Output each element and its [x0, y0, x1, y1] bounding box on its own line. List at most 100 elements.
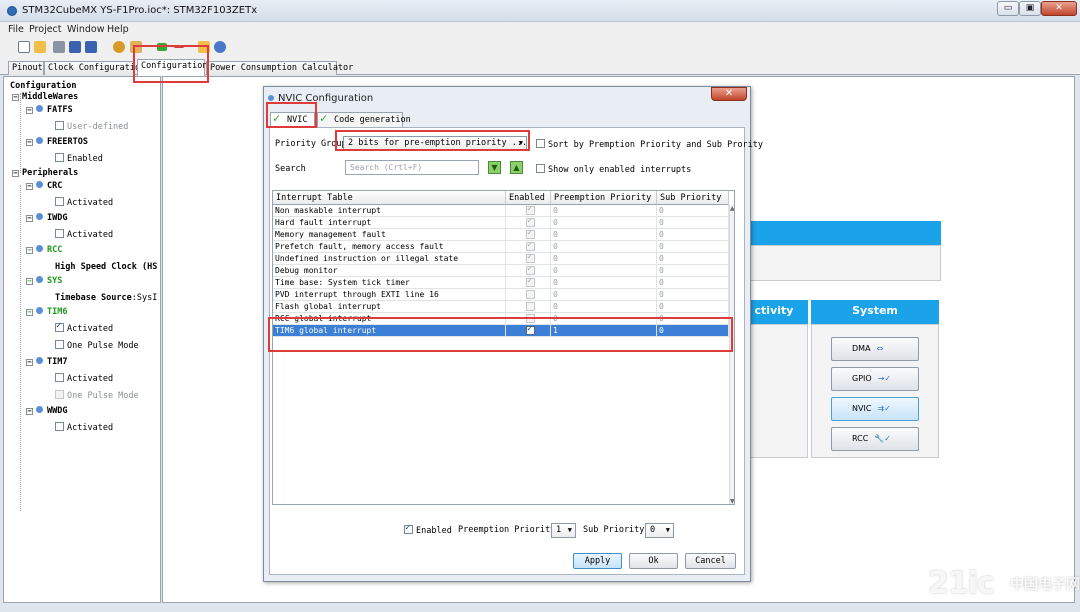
table-row[interactable]: Prefetch fault, memory access fault 00: [273, 241, 729, 253]
menu-file[interactable]: File: [8, 24, 24, 35]
preemption-priority-cell[interactable]: 0: [551, 313, 657, 325]
menu-window[interactable]: Window: [67, 24, 104, 35]
open-folder-icon[interactable]: [34, 41, 46, 53]
menu-project[interactable]: Project: [29, 24, 62, 35]
tim6-activated-option[interactable]: Activated: [55, 321, 113, 335]
collapse-icon[interactable]: −: [26, 408, 33, 415]
crc-activated-option[interactable]: Activated: [55, 197, 113, 209]
search-input[interactable]: Search (Crtl+F): [345, 160, 479, 175]
dma-button[interactable]: DMA ⇔: [831, 337, 919, 361]
save-icon[interactable]: [69, 41, 81, 53]
collapse-icon[interactable]: −: [26, 278, 33, 285]
preemption-priority-cell[interactable]: 0: [551, 241, 657, 253]
tree-tim6[interactable]: − TIM6: [26, 307, 67, 318]
footer-enabled-option[interactable]: Enabled: [404, 523, 452, 536]
minimize-button[interactable]: ▭: [997, 1, 1019, 16]
collapse-icon[interactable]: −: [26, 309, 33, 316]
tab-clock-configuration[interactable]: Clock Configuration: [44, 61, 145, 75]
preemption-priority-cell[interactable]: 1: [551, 325, 657, 337]
tree-rcc[interactable]: − RCC: [26, 245, 62, 256]
col-interrupt-table[interactable]: Interrupt Table: [273, 191, 506, 205]
collapse-icon[interactable]: −: [26, 247, 33, 254]
collapse-icon[interactable]: −: [26, 183, 33, 190]
load-icon[interactable]: [53, 41, 65, 53]
table-row[interactable]: Memory management fault 00: [273, 229, 729, 241]
enabled-checkbox[interactable]: [526, 314, 535, 323]
preemption-priority-cell[interactable]: 0: [551, 205, 657, 217]
tree-sys[interactable]: − SYS: [26, 276, 62, 287]
enabled-checkbox[interactable]: [526, 290, 535, 299]
sub-priority-cell[interactable]: 0: [657, 289, 729, 301]
preemption-priority-cell[interactable]: 0: [551, 229, 657, 241]
rcc-hsc-option[interactable]: High Speed Clock (HS: [55, 262, 157, 273]
preemption-priority-cell[interactable]: 0: [551, 217, 657, 229]
scroll-up-icon[interactable]: ▲: [730, 205, 734, 212]
preemption-priority-cell[interactable]: 0: [551, 277, 657, 289]
fatfs-user-defined-option[interactable]: User-defined: [55, 121, 128, 133]
dialog-close-button[interactable]: ✕: [711, 87, 747, 101]
tab-configuration[interactable]: Configuration: [137, 59, 208, 76]
sort-option[interactable]: Sort by Premption Priority and Sub Prori…: [536, 139, 763, 150]
gpio-button[interactable]: GPIO →✓: [831, 367, 919, 391]
sub-priority-cell[interactable]: 0: [657, 277, 729, 289]
zoom-out-icon[interactable]: [174, 45, 184, 48]
table-row[interactable]: Debug monitor 00: [273, 265, 729, 277]
checkbox-icon[interactable]: [55, 153, 64, 162]
preemption-priority-cell[interactable]: 0: [551, 265, 657, 277]
sub-priority-cell[interactable]: 0: [657, 241, 729, 253]
apply-button[interactable]: Apply: [573, 553, 622, 569]
zoom-in-icon[interactable]: [157, 43, 167, 51]
col-sub-priority[interactable]: Sub Priority: [657, 191, 729, 205]
sub-priority-cell[interactable]: 0: [657, 265, 729, 277]
checkbox-checked-icon[interactable]: [404, 523, 413, 534]
preemption-priority-select[interactable]: 1 ▼: [551, 523, 576, 538]
tree-middlewares[interactable]: − MiddleWares: [12, 92, 78, 103]
tree-wwdg[interactable]: − WWDG: [26, 406, 67, 417]
collapse-icon[interactable]: −: [26, 139, 33, 146]
tim7-activated-option[interactable]: Activated: [55, 373, 113, 385]
ok-button[interactable]: Ok: [629, 553, 678, 569]
save-as-icon[interactable]: [85, 41, 97, 53]
table-row[interactable]: Flash global interrupt 0 0: [273, 301, 729, 313]
table-row[interactable]: Non maskable interrupt 00: [273, 205, 729, 217]
preemption-priority-cell[interactable]: 0: [551, 253, 657, 265]
sub-priority-cell[interactable]: 0: [657, 205, 729, 217]
table-row[interactable]: PVD interrupt through EXTI line 16 0 0: [273, 289, 729, 301]
sub-priority-cell[interactable]: 0: [657, 253, 729, 265]
tree-freertos[interactable]: − FREERTOS: [26, 137, 88, 148]
freertos-enabled-option[interactable]: Enabled: [55, 153, 103, 165]
checkbox-icon[interactable]: [55, 229, 64, 238]
tree-tim7[interactable]: − TIM7: [26, 357, 67, 368]
priority-group-select[interactable]: 2 bits for pre-emption priority ... ▼: [343, 136, 527, 151]
sub-priority-cell[interactable]: 0: [657, 325, 729, 337]
tree-iwdg[interactable]: − IWDG: [26, 213, 67, 224]
checkbox-icon[interactable]: [55, 373, 64, 382]
col-enabled[interactable]: Enabled: [506, 191, 551, 205]
menu-help[interactable]: Help: [107, 24, 129, 35]
table-row[interactable]: TIM6 global interrupt 10: [273, 325, 729, 337]
checkbox-icon[interactable]: [55, 121, 64, 130]
restore-button[interactable]: ▣: [1019, 1, 1041, 16]
checkbox-icon[interactable]: [536, 164, 545, 173]
nvic-button[interactable]: NVIC ⇉✓: [831, 397, 919, 421]
enabled-checkbox[interactable]: [526, 302, 535, 311]
collapse-icon[interactable]: −: [26, 359, 33, 366]
preemption-priority-cell[interactable]: 0: [551, 289, 657, 301]
sub-priority-cell[interactable]: 0: [657, 313, 729, 325]
sub-priority-cell[interactable]: 0: [657, 301, 729, 313]
enabled-checkbox[interactable]: [526, 325, 535, 335]
table-row[interactable]: RCC global interrupt 0 0: [273, 313, 729, 325]
table-row[interactable]: Undefined instruction or illegal state 00: [273, 253, 729, 265]
tab-pinout[interactable]: Pinout: [8, 61, 44, 75]
hand-icon[interactable]: [113, 41, 125, 53]
checkbox-icon[interactable]: [536, 139, 545, 148]
tree-peripherals[interactable]: − Peripherals: [12, 168, 78, 179]
close-button[interactable]: ✕: [1041, 1, 1077, 16]
sys-timebase-option[interactable]: Timebase Source:SysI: [55, 293, 157, 304]
generate-code-icon[interactable]: [130, 41, 142, 53]
search-up-icon[interactable]: ▲: [510, 161, 523, 174]
checkbox-checked-icon[interactable]: [55, 321, 64, 332]
table-row[interactable]: Hard fault interrupt 00: [273, 217, 729, 229]
search-icon[interactable]: [214, 41, 226, 53]
show-enabled-option[interactable]: Show only enabled interrupts: [536, 164, 691, 175]
